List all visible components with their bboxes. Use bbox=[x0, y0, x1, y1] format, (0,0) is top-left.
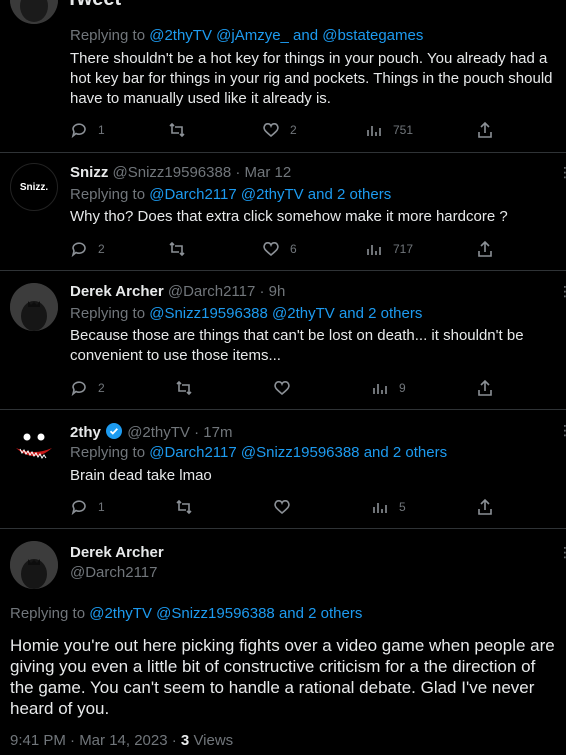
like-button[interactable]: 2 bbox=[262, 121, 297, 139]
tweet-time[interactable]: · 9h bbox=[260, 283, 286, 300]
reply-mentions-link[interactable]: @2thyTV @Snizz19596388 and 2 others bbox=[89, 605, 362, 622]
author-row: Snizz @Snizz19596388 · Mar 12 bbox=[70, 164, 291, 181]
share-icon bbox=[478, 379, 492, 396]
avatar[interactable] bbox=[10, 541, 58, 589]
tweet-actions: 1 5 bbox=[70, 498, 500, 516]
replying-to: Replying to @Darch2117 @2thyTV and 2 oth… bbox=[70, 186, 392, 203]
share-button[interactable] bbox=[476, 379, 494, 397]
reply-button[interactable]: 2 bbox=[70, 240, 105, 258]
bar-chart-icon bbox=[373, 384, 387, 394]
page-title: Tweet bbox=[66, 0, 121, 11]
tweet-actions: 2 9 bbox=[70, 379, 500, 397]
avatar[interactable] bbox=[10, 0, 58, 24]
reply-mentions-link[interactable]: @Darch2117 @Snizz19596388 and 2 others bbox=[149, 444, 447, 461]
reply-icon bbox=[71, 381, 86, 397]
retweet-icon bbox=[176, 380, 192, 396]
replying-to: Replying to @Darch2117 @Snizz19596388 an… bbox=[70, 444, 448, 461]
avatar[interactable]: Snizz. bbox=[10, 163, 58, 211]
tweet-text: There shouldn't be a hot key for things … bbox=[70, 50, 553, 107]
retweet-icon bbox=[169, 241, 185, 257]
views-button[interactable]: 717 bbox=[365, 240, 413, 258]
views-button[interactable]: 5 bbox=[371, 498, 406, 516]
retweet-button[interactable] bbox=[168, 121, 186, 139]
top-bar: ← Tweet bbox=[0, 0, 566, 12]
heart-icon bbox=[274, 381, 290, 396]
reply-mentions-link[interactable]: @2thyTV @jAmzye_ and @bstategames bbox=[149, 27, 423, 44]
views-label: Views bbox=[193, 732, 234, 749]
share-button[interactable] bbox=[476, 240, 494, 258]
author-row: Derek Archer @Darch2117 · 9h bbox=[70, 283, 285, 300]
bar-chart-icon bbox=[367, 245, 381, 255]
share-button[interactable] bbox=[476, 498, 494, 516]
replying-to: Replying to @2thyTV @jAmzye_ and @bstate… bbox=[70, 27, 424, 44]
tweet-text: Why tho? Does that extra click somehow m… bbox=[70, 208, 508, 225]
retweet-icon bbox=[176, 499, 192, 515]
retweet-icon bbox=[169, 122, 185, 138]
bar-chart-icon bbox=[367, 126, 381, 136]
retweet-button[interactable] bbox=[175, 379, 193, 397]
reply-button[interactable]: 1 bbox=[70, 121, 105, 139]
tweet-time[interactable]: · Mar 12 bbox=[235, 164, 291, 181]
avatar[interactable] bbox=[10, 420, 58, 468]
bar-chart-icon bbox=[373, 503, 387, 513]
tweet-time[interactable]: · 17m bbox=[194, 424, 232, 441]
tweet-text: Because those are things that can't be l… bbox=[70, 327, 524, 364]
share-icon bbox=[478, 498, 492, 515]
retweet-button[interactable] bbox=[168, 240, 186, 258]
views-button[interactable]: 9 bbox=[371, 379, 406, 397]
main-author-name-row: Derek Archer bbox=[70, 544, 164, 561]
tweet-timestamp[interactable]: 9:41 PM · Mar 14, 2023 · bbox=[10, 732, 177, 749]
tweet-metadata: 9:41 PM · Mar 14, 2023 · 3 Views bbox=[10, 732, 233, 749]
tweet-actions: 1 2 751 bbox=[70, 121, 500, 139]
divider bbox=[0, 270, 566, 271]
main-author-handle-row: @Darch2117 bbox=[70, 564, 158, 581]
reply-mentions-link[interactable]: @Darch2117 @2thyTV and 2 others bbox=[149, 186, 391, 203]
divider bbox=[0, 409, 566, 410]
reply-button[interactable]: 2 bbox=[70, 379, 105, 397]
retweet-button[interactable] bbox=[175, 498, 193, 516]
main-tweet-text: Homie you're out here picking fights ove… bbox=[10, 636, 555, 718]
more-options-icon[interactable]: ⋮ bbox=[558, 422, 566, 439]
divider bbox=[0, 528, 566, 529]
share-icon bbox=[478, 121, 492, 138]
author-name[interactable]: 2thy bbox=[70, 424, 101, 441]
replying-to: Replying to @Snizz19596388 @2thyTV and 2… bbox=[70, 305, 423, 322]
views-button[interactable]: 751 bbox=[365, 121, 413, 139]
divider bbox=[0, 152, 566, 153]
heart-icon bbox=[263, 242, 279, 257]
like-button[interactable] bbox=[273, 379, 291, 397]
author-name[interactable]: Derek Archer bbox=[70, 544, 164, 561]
like-button[interactable]: 6 bbox=[262, 240, 297, 258]
author-handle[interactable]: @2thyTV bbox=[127, 424, 190, 441]
author-name[interactable]: Snizz bbox=[70, 164, 108, 181]
author-row: 2thy @2thyTV · 17m bbox=[70, 422, 232, 441]
reply-icon bbox=[71, 242, 86, 258]
more-options-icon[interactable]: ⋮ bbox=[558, 544, 566, 561]
share-icon bbox=[478, 240, 492, 257]
reply-icon bbox=[71, 123, 86, 139]
reply-icon bbox=[71, 500, 86, 516]
share-button[interactable] bbox=[476, 121, 494, 139]
reply-button[interactable]: 1 bbox=[70, 498, 105, 516]
views-count: 3 bbox=[180, 732, 190, 749]
tweet-actions: 2 6 717 bbox=[70, 240, 500, 258]
avatar-logo-text: Snizz. bbox=[19, 181, 49, 193]
author-handle[interactable]: @Darch2117 bbox=[70, 564, 158, 581]
more-options-icon[interactable]: ⋮ bbox=[558, 283, 566, 300]
author-name[interactable]: Derek Archer bbox=[70, 283, 164, 300]
heart-icon bbox=[274, 500, 290, 515]
tweet-text: Brain dead take lmao bbox=[70, 467, 212, 484]
author-handle[interactable]: @Darch2117 bbox=[168, 283, 256, 300]
verified-badge-icon bbox=[106, 423, 123, 439]
replying-to: Replying to @2thyTV @Snizz19596388 and 2… bbox=[10, 605, 363, 622]
like-button[interactable] bbox=[273, 498, 291, 516]
more-options-icon[interactable]: ⋮ bbox=[558, 164, 566, 181]
heart-icon bbox=[263, 123, 279, 138]
reply-mentions-link[interactable]: @Snizz19596388 @2thyTV and 2 others bbox=[149, 305, 422, 322]
avatar[interactable] bbox=[10, 283, 58, 331]
author-handle[interactable]: @Snizz19596388 bbox=[113, 164, 232, 181]
